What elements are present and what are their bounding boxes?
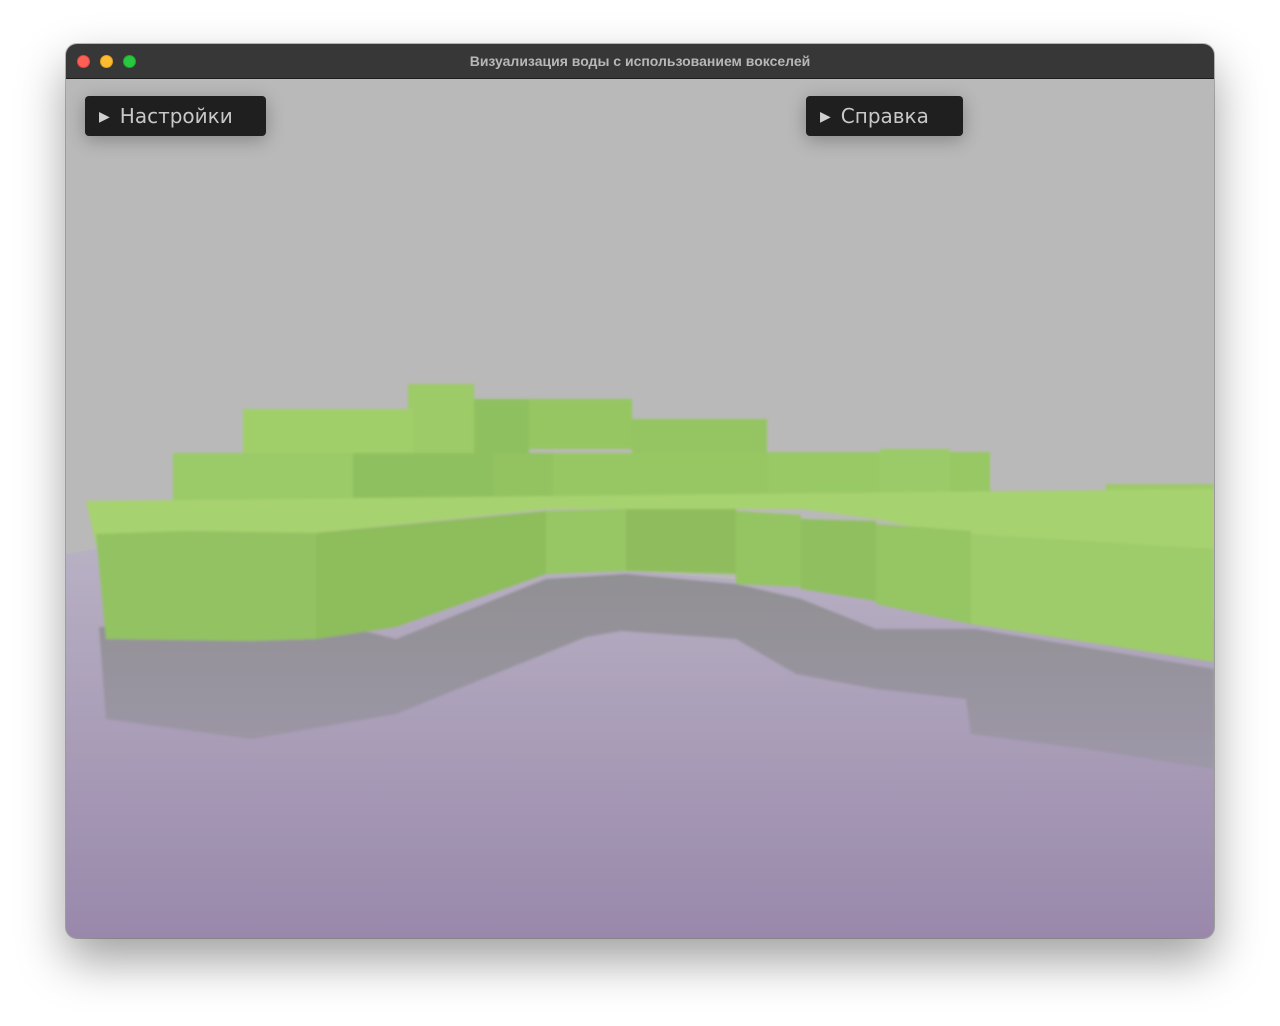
voxel-water-scene [66,79,1214,938]
voxel-block [353,453,493,503]
voxel-block [173,453,353,501]
play-triangle-icon: ▶ [99,109,110,125]
voxel-block [553,453,768,501]
voxel-block [408,384,474,454]
voxel-block [529,399,632,449]
voxel-block [474,399,529,454]
terrain-front [96,531,316,641]
help-label: Справка [840,104,929,128]
terrain-front [546,509,626,574]
window-title: Визуализация воды с использованием воксе… [469,53,811,69]
voxel-block [243,409,413,454]
terrain-front [736,511,801,587]
voxel-block [632,419,767,454]
play-triangle-icon: ▶ [820,109,831,125]
voxel-block [493,453,553,501]
render-viewport[interactable]: ▶ Настройки ▶ Справка [66,79,1214,938]
terrain-front [626,509,736,574]
app-window: Визуализация воды с использованием воксе… [66,44,1214,938]
title-bar: Визуализация воды с использованием воксе… [66,44,1214,79]
settings-panel-toggle[interactable]: ▶ Настройки [85,96,266,136]
terrain-front [801,519,876,601]
settings-label: Настройки [119,104,233,128]
help-panel-toggle[interactable]: ▶ Справка [806,96,963,136]
